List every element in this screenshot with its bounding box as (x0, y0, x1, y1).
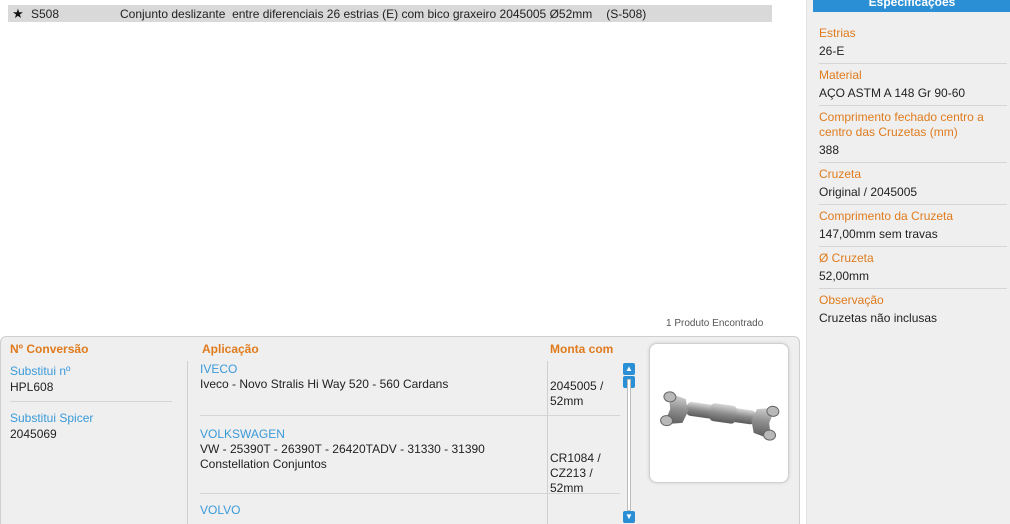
specifications-sidebar: Especificações Estrias 26-E Material AÇO… (806, 0, 1010, 524)
results-count: 1 Produto Encontrado (666, 318, 764, 329)
product-detail-panel: Nº Conversão Aplicação Monta com Substit… (0, 336, 800, 524)
spec-item: Observação Cruzetas não inclusas (819, 292, 1007, 330)
conversion-item: Substitui Spicer 2045069 (10, 402, 172, 448)
specifications-title: Especificações (813, 0, 1010, 12)
conversion-value: HPL608 (10, 380, 54, 394)
spec-label: Estrias (819, 26, 856, 40)
fits-with-header: Monta com (550, 342, 614, 356)
spec-item: Material AÇO ASTM A 148 Gr 90-60 (819, 67, 1007, 106)
spec-value: 52,00mm (819, 269, 870, 283)
application-brand: VOLVO (200, 503, 241, 517)
spec-label: Observação (819, 293, 884, 307)
application-text: VW - 25390T - 26390T - 26420TADV - 31330… (200, 442, 485, 471)
conversion-value: 2045069 (10, 427, 57, 441)
conversion-header: Nº Conversão (10, 342, 89, 356)
conversion-label: Substitui Spicer (10, 411, 94, 425)
spec-label: Comprimento da Cruzeta (819, 209, 954, 223)
spec-value: 26-E (819, 44, 845, 58)
spec-label: Cruzeta (819, 167, 862, 181)
product-code: S508 (31, 6, 60, 21)
spec-item: Comprimento da Cruzeta 147,00mm sem trav… (819, 208, 1007, 247)
spec-value: 147,00mm sem travas (819, 227, 938, 241)
star-icon[interactable]: ★ (9, 5, 27, 22)
scroll-track-line[interactable] (627, 379, 631, 511)
application-brand: VOLKSWAGEN (200, 427, 285, 441)
product-description: Conjunto deslizante entre diferenciais 2… (120, 6, 593, 21)
spec-label: Comprimento fechado centro a centro das … (819, 110, 984, 139)
spec-item: Estrias 26-E (819, 25, 1007, 64)
application-item: IVECO Iveco - Novo Stralis Hi Way 520 - … (200, 361, 620, 416)
specifications-list: Estrias 26-E Material AÇO ASTM A 148 Gr … (819, 25, 1007, 333)
column-divider (187, 361, 188, 524)
spec-item: Cruzeta Original / 2045005 (819, 166, 1007, 205)
spec-item: Comprimento fechado centro a centro das … (819, 109, 1007, 163)
arrow-up-icon[interactable]: ▲ (623, 363, 635, 375)
product-result-row[interactable]: ★ S508 Conjunto deslizante entre diferen… (8, 5, 772, 22)
spec-label: Ø Cruzeta (819, 251, 874, 265)
spec-value: Cruzetas não inclusas (819, 311, 938, 325)
conversion-label: Substitui nº (10, 364, 71, 378)
arrow-down-icon[interactable]: ▼ (623, 511, 635, 523)
spec-value: 388 (819, 143, 840, 157)
application-text: Iveco - Novo Stralis Hi Way 520 - 560 Ca… (200, 377, 449, 391)
product-reference: (S-508) (606, 6, 647, 21)
product-image[interactable] (649, 343, 789, 483)
conversion-item: Substitui nº HPL608 (10, 361, 172, 402)
fits-with-value: 2045005 / 52mm (550, 379, 604, 408)
spec-value: AÇO ASTM A 148 Gr 90-60 (819, 86, 966, 100)
application-header: Aplicação (202, 342, 259, 356)
application-scrollbar[interactable]: ▲ ≡ ▼ (623, 361, 635, 523)
application-list[interactable]: IVECO Iveco - Novo Stralis Hi Way 520 - … (200, 361, 620, 518)
application-item: VOLVO (200, 494, 620, 518)
fits-with-value: CR1084 / CZ213 / 52mm (550, 451, 601, 495)
application-brand: IVECO (200, 362, 238, 376)
spec-item: Ø Cruzeta 52,00mm (819, 250, 1007, 289)
spec-value: Original / 2045005 (819, 185, 918, 199)
conversion-list: Substitui nº HPL608 Substitui Spicer 204… (10, 361, 172, 448)
driveshaft-image (660, 391, 780, 441)
spec-label: Material (819, 68, 862, 82)
application-item: VOLKSWAGEN VW - 25390T - 26390T - 26420T… (200, 416, 620, 495)
